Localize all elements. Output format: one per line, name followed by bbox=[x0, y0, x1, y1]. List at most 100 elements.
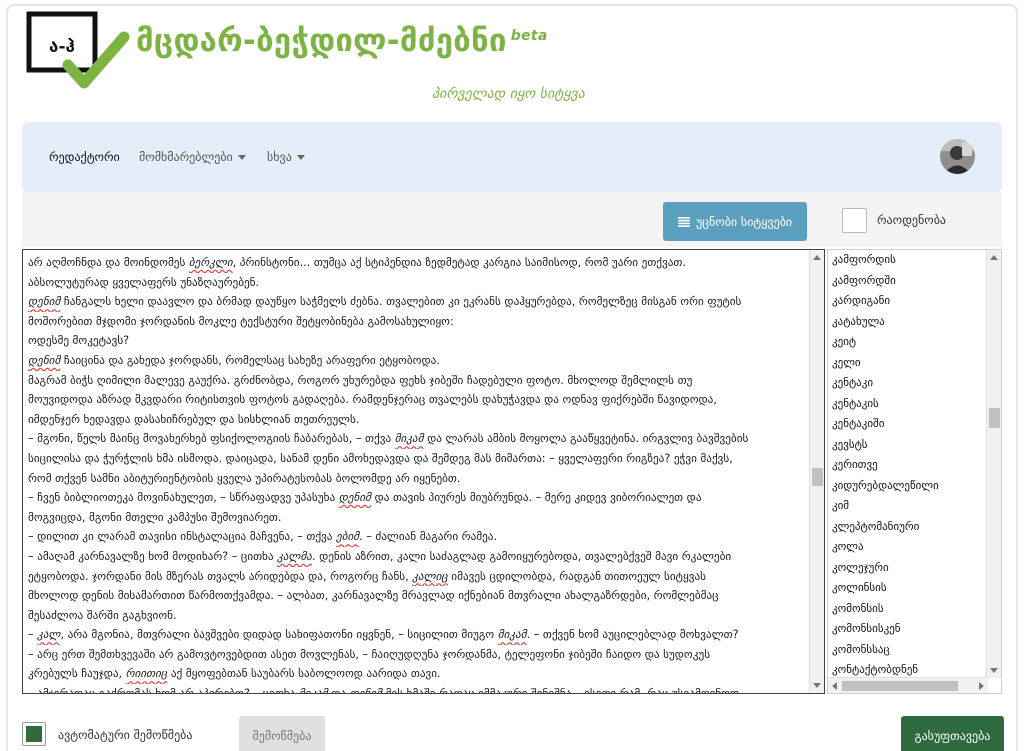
wordlist-vscrollbar[interactable] bbox=[986, 250, 1001, 678]
editor-line: მაგრამ ბიჭს ღიმილი მალევე გაუქრა. გრძნობ… bbox=[28, 371, 808, 391]
misspelled-word[interactable]: ბერკლი bbox=[189, 256, 233, 269]
editor-text-run: შესაძლოა შარში გაგხვიონ. bbox=[28, 608, 177, 622]
check-button[interactable]: შემოწმება bbox=[239, 716, 325, 751]
editor-line: მოუვიდოდა აზრად მკვდარი რიტისთვის ფოტოს … bbox=[28, 390, 808, 410]
scroll-down-icon[interactable] bbox=[990, 668, 998, 673]
word-list-item[interactable]: კიმ bbox=[832, 496, 939, 517]
page: ა-ჰ მცდარ-ბეჭდილ-მძებნი beta პირველად იყო… bbox=[0, 0, 1024, 751]
list-lines-icon bbox=[677, 216, 690, 227]
scroll-right-icon[interactable] bbox=[979, 682, 984, 690]
word-list-item[interactable]: კამფორდში bbox=[832, 271, 939, 292]
word-list-item[interactable]: კერითვე bbox=[832, 455, 939, 476]
misspelled-word[interactable]: მიკამ bbox=[498, 628, 527, 641]
editor-line: ეტყობოდა. ჯორდანი მის მზერას თვალს არიდე… bbox=[28, 567, 808, 587]
misspelled-word[interactable]: დენიმ bbox=[350, 687, 382, 693]
editor-line: ოდესმე მოკეტავს? bbox=[28, 331, 808, 351]
editor-text-run: – ჩვენ ბიბლიოთეკა მოვინახულეთ, – სწრაფად… bbox=[28, 491, 339, 505]
editor-line: დენიმ ჩაიცინა და გახედა ჯორდანს, რომელსა… bbox=[28, 351, 808, 371]
word-list-item[interactable]: კენტაკის bbox=[832, 394, 939, 415]
editor-line: შესაძლოა შარში გაგხვიონ. bbox=[28, 606, 808, 626]
misspelled-word[interactable]: კალმა bbox=[277, 550, 312, 563]
scroll-left-icon[interactable] bbox=[832, 682, 837, 690]
editor-text-run: ეტყობოდა. ჯორდანი მის მზერას თვალს არიდე… bbox=[28, 569, 413, 583]
misspelled-word[interactable]: რიითიც bbox=[126, 667, 168, 680]
misspelled-word[interactable]: დენიმ bbox=[339, 491, 371, 504]
editor-text-run: . – თქვენ ხომ აუცილებლად მოხვალთ? bbox=[526, 628, 739, 642]
word-list-item[interactable]: კევსტს bbox=[832, 435, 939, 456]
word-list-item[interactable]: კარდიგანი bbox=[832, 291, 939, 312]
editor-text-run: – მგონი, წელს მაინც მოვახერხებ ფსიქოლოგი… bbox=[28, 432, 395, 446]
auto-check-checkbox[interactable] bbox=[22, 722, 46, 746]
editor-line: მხოლოდ დენის მისამართით წარმოთქვამდა. – … bbox=[28, 586, 808, 606]
editor-text-run: ჩანგალს ხელი დაავლო და ბრმად დაუწყო საჭმ… bbox=[60, 295, 742, 309]
editor-line: მოშორებით მჯდომი ჯორდანის მოკლე ტექსტური… bbox=[28, 312, 808, 332]
word-list-item[interactable]: კომონსისკენ bbox=[832, 619, 939, 640]
editor-line: – დილით კი ლარამ თავისი ინსტალაცია მაჩვე… bbox=[28, 527, 808, 547]
word-list-item[interactable]: კოლა bbox=[832, 537, 939, 558]
misspelled-word[interactable]: კალიც bbox=[412, 570, 447, 583]
app-subtitle: პირველად იყო სიტყვა bbox=[432, 86, 585, 102]
wordlist-hscroll-thumb[interactable] bbox=[842, 681, 958, 691]
word-list-item[interactable]: კენტაკიში bbox=[832, 414, 939, 435]
word-list-item[interactable]: კენტაკი bbox=[832, 373, 939, 394]
auto-check-label: ავტომატური შემოწმება bbox=[58, 728, 193, 742]
word-list-item[interactable]: კამფორდის bbox=[832, 250, 939, 271]
editor-line: დენიმ ჩანგალს ხელი დაავლო და ბრმად დაუწყ… bbox=[28, 292, 808, 312]
editor-line: იმდენჯერ ხედავდა დასახიჩრებულ და სისხლია… bbox=[28, 410, 808, 430]
editor-text-run: . დენის აზრით, კალი საძაგლად გამოიყურებო… bbox=[311, 549, 732, 563]
misspelled-word[interactable]: დენიმ bbox=[28, 295, 60, 308]
scroll-down-icon[interactable] bbox=[813, 683, 821, 688]
editor-text-run: არ აღმოჩნდა და მოინდომეს bbox=[28, 256, 189, 269]
editor-text-run: და თავის პიურეს მიუბრუნდა. – მერე კიდევ … bbox=[371, 491, 702, 505]
editor-text-run: იმავეს ცდილობდა, რადგან თითოეულ სიტყვას bbox=[447, 569, 707, 583]
editor-content[interactable]: არ აღმოჩნდა და მოინდომეს ბერკლი, პრინსტო… bbox=[28, 253, 808, 694]
nav-other-dropdown[interactable]: სხვა bbox=[267, 150, 305, 164]
word-list-item[interactable]: კოლინსის bbox=[832, 578, 939, 599]
word-list-item[interactable]: კლეპტომანიური bbox=[832, 517, 939, 538]
caret-down-icon bbox=[237, 155, 246, 160]
editor-text-run: და bbox=[327, 687, 350, 694]
checkbox-checked-icon bbox=[26, 726, 42, 742]
wordlist-scroll-thumb[interactable] bbox=[989, 408, 1000, 428]
user-avatar[interactable] bbox=[940, 139, 975, 174]
misspelled-word[interactable]: ებიმ bbox=[336, 530, 359, 543]
scroll-up-icon[interactable] bbox=[813, 255, 821, 260]
editor-text-run: – არც ერთ შემთხვევაში არ გამოვტოვებდით ა… bbox=[28, 647, 711, 661]
count-label: რაოდენობა bbox=[877, 213, 946, 227]
editor-line: კრებულს ჩაუჯდა, რიითიც აქ მყოფებთან საუბ… bbox=[28, 664, 808, 684]
word-list-item[interactable]: კომონსსაც bbox=[832, 640, 939, 661]
unknown-words-list[interactable]: კამფორდის კამფორდში კარდიგანი კატახულა კეიტ კ… bbox=[827, 249, 1002, 694]
word-list-item[interactable]: კატახულა bbox=[832, 312, 939, 333]
count-checkbox[interactable] bbox=[842, 208, 867, 233]
word-list-item[interactable]: კეიტ bbox=[832, 332, 939, 353]
unknown-words-button[interactable]: უცნობი სიტყვები bbox=[663, 202, 807, 241]
word-list-item[interactable]: კომონსის bbox=[832, 599, 939, 620]
editor-line: – არც ერთ შემთხვევაში არ გამოვტოვებდით ა… bbox=[28, 645, 808, 665]
misspelled-word[interactable]: დენიმ bbox=[28, 354, 60, 367]
nav-users-dropdown[interactable]: მომხმარებლები bbox=[139, 150, 246, 164]
nav-editor[interactable]: რედაქტორი bbox=[49, 150, 120, 164]
editor-scroll-thumb[interactable] bbox=[812, 468, 823, 486]
app-title: მცდარ-ბეჭდილ-მძებნი beta bbox=[136, 23, 548, 59]
editor-text-run: აქ მყოფებთან საუბარს საბოლოოდ აარიდა თავ… bbox=[167, 667, 441, 681]
editor-line: – ჩვენ ბიბლიოთეკა მოვინახულეთ, – სწრაფად… bbox=[28, 488, 808, 508]
text-editor[interactable]: არ აღმოჩნდა და მოინდომეს ბერკლი, პრინსტო… bbox=[22, 249, 825, 694]
word-list-item[interactable]: კიდურებდალეწილი bbox=[832, 476, 939, 497]
editor-line: არ აღმოჩნდა და მოინდომეს ბერკლი, პრინსტო… bbox=[28, 253, 808, 273]
misspelled-word[interactable]: კალ bbox=[37, 628, 60, 641]
wordlist-hscrollbar[interactable] bbox=[828, 677, 988, 693]
editor-text-run: მაგრამ ბიჭს ღიმილი მალევე გაუქრა. გრძნობ… bbox=[28, 373, 693, 387]
misspelled-word[interactable]: მიკამ bbox=[299, 687, 328, 693]
editor-line: რომ თქვენ სამნი აბიტურიენტობის ყველა უპი… bbox=[28, 469, 808, 489]
caret-down-icon bbox=[296, 155, 305, 160]
word-list-item[interactable]: კელი bbox=[832, 353, 939, 374]
editor-text-run: მოგვიცდა, მგონი მთელი კამპუსი შემოვიარეთ… bbox=[28, 510, 282, 524]
editor-text-run: კრებულს ჩაუჯდა, bbox=[28, 667, 126, 681]
misspelled-word[interactable]: მიკამ bbox=[395, 432, 424, 445]
word-list-item[interactable]: კოლეჯური bbox=[832, 558, 939, 579]
scroll-up-icon[interactable] bbox=[990, 255, 998, 260]
editor-scrollbar[interactable] bbox=[809, 250, 824, 693]
editor-text-run: – დილით კი ლარამ თავისი ინსტალაცია მაჩვე… bbox=[28, 530, 337, 544]
clear-button[interactable]: გასუფთავება bbox=[901, 716, 1004, 751]
editor-line: აბსოლუტურად ყველაფერს უნაზღაურებენ. bbox=[28, 273, 808, 293]
